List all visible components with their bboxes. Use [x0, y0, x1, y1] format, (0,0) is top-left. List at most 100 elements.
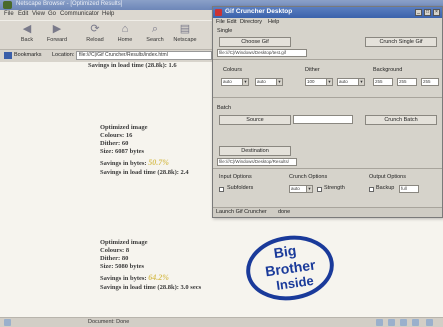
news-icon[interactable] [388, 319, 395, 326]
mail-icon[interactable] [376, 319, 383, 326]
browser-logo-icon [3, 1, 12, 9]
app-title: Gif Cruncher Desktop [225, 8, 293, 15]
crunch-batch-button[interactable]: Crunch Batch [365, 115, 437, 125]
menu-communicator[interactable]: Communicator [60, 11, 99, 17]
destination-button[interactable]: Destination [219, 146, 291, 156]
choose-gif-button[interactable]: Choose Gif [219, 37, 291, 47]
background-red-field[interactable]: 255 [373, 78, 393, 86]
search-label: Search [146, 37, 164, 43]
netscape-icon: ▤ [179, 23, 191, 35]
dither-to-select[interactable]: auto ▼ [337, 78, 365, 86]
app-menu-help[interactable]: Help [268, 19, 279, 25]
colours-from-value: auto [223, 79, 232, 84]
back-arrow-icon: ◀ [22, 23, 32, 35]
backup-field[interactable]: full [399, 185, 419, 193]
location-input[interactable]: file:///C|/Gif Cruncher/Results/index.ht… [76, 51, 212, 60]
menu-file[interactable]: File [4, 11, 14, 17]
back-button[interactable]: ◀ Back [14, 23, 40, 49]
dither-from-select[interactable]: 100 ▼ [305, 78, 333, 86]
forward-button[interactable]: ▶ Forward [44, 23, 70, 49]
crunch-mode-select[interactable]: auto ▼ [289, 185, 313, 193]
colours-to-value: auto [257, 79, 266, 84]
home-label: Home [117, 37, 133, 43]
search-button[interactable]: ⌕ Search [142, 23, 168, 49]
composer-icon[interactable] [400, 319, 407, 326]
security-lock-icon [4, 319, 11, 326]
section-divider [213, 168, 442, 169]
logo-graphic: Big Brother Inside [246, 235, 334, 301]
source-button[interactable]: Source [219, 115, 291, 125]
chevron-down-icon: ▼ [276, 79, 282, 85]
single-section-label: Single [217, 28, 233, 34]
logo-line-1: Big [273, 242, 298, 261]
colours-label: Colours [223, 67, 242, 73]
crunch-options-label: Crunch Options [289, 174, 328, 180]
background-green-field[interactable]: 255 [397, 78, 417, 86]
subfolders-checkbox[interactable] [219, 187, 224, 192]
result2-colours: Colours: 16 [100, 132, 133, 139]
bookmarks-icon[interactable] [412, 319, 419, 326]
close-button[interactable]: × [433, 9, 440, 16]
strength-checkbox[interactable] [317, 187, 322, 192]
home-icon: ⌂ [121, 23, 129, 35]
app-menu-directory[interactable]: Directory [240, 19, 262, 25]
backup-label: Backup [376, 185, 395, 191]
section-divider [213, 59, 442, 60]
bookmarks-button[interactable]: Bookmarks [14, 52, 42, 58]
crunch-single-gif-button[interactable]: Crunch Single Gif [365, 37, 437, 47]
netscape-button[interactable]: ▤ Netscape [172, 23, 198, 49]
result3-dither: Dither: 80 [100, 255, 129, 262]
result2-size: Size: 6087 bytes [100, 148, 145, 155]
chevron-down-icon: ▼ [358, 79, 364, 85]
dither-label: Dither [305, 67, 320, 73]
batch-section-label: Batch [217, 105, 232, 111]
reload-label: Reload [86, 37, 104, 43]
back-label: Back [20, 37, 34, 43]
backup-checkbox[interactable] [369, 187, 374, 192]
result3-size: Size: 5080 bytes [100, 263, 145, 270]
source-path-field[interactable] [293, 115, 353, 124]
result2-savings-time: Savings in load time (28.8k): 2.4 [100, 169, 189, 176]
chevron-down-icon: ▼ [326, 79, 332, 85]
chevron-down-icon: ▼ [242, 79, 248, 85]
app-menu-file[interactable]: File [216, 19, 225, 25]
bookmark-icon [4, 52, 12, 59]
background-blue-field[interactable]: 255 [421, 78, 439, 86]
app-menubar: File Edit Directory Help [213, 18, 442, 27]
maximize-button[interactable]: □ [424, 9, 431, 16]
forward-label: Forward [46, 37, 68, 43]
single-path-field[interactable]: file:///C|/Windows/Desktop/test.gif [217, 49, 307, 57]
status-text: Document: Done [88, 319, 130, 325]
input-options-label: Input Options [219, 174, 252, 180]
result2-savings-bytes: Savings in bytes: 50.7% [100, 159, 169, 168]
result3-colours: Colours: 8 [100, 247, 130, 254]
menu-help[interactable]: Help [102, 11, 114, 17]
result1-savings-time: Savings in load time (28.8k): 1.6 [88, 62, 177, 69]
netscape-label: Netscape [173, 37, 197, 43]
browser-toolbar: ◀ Back ▶ Forward ⟳ Reload ⌂ Home ⌕ Searc… [0, 20, 212, 50]
navigator-icon[interactable] [426, 319, 433, 326]
home-button[interactable]: ⌂ Home [112, 23, 138, 49]
app-logo-icon [215, 9, 222, 16]
result3-heading: Optimized image [100, 239, 148, 246]
app-status-state: done [278, 209, 291, 215]
reload-icon: ⟳ [90, 23, 100, 35]
dither-to-value: auto [339, 79, 348, 84]
minimize-button[interactable]: _ [415, 9, 422, 16]
menu-go[interactable]: Go [48, 11, 56, 17]
output-options-label: Output Options [369, 174, 406, 180]
app-status-text: Launch Gif Cruncher [216, 209, 267, 215]
forward-arrow-icon: ▶ [52, 23, 62, 35]
destination-path-field[interactable]: file:///C|/Windows/Desktop/Results/ [217, 158, 297, 166]
app-menu-edit[interactable]: Edit [227, 19, 236, 25]
location-label: Location: [52, 52, 75, 58]
menu-edit[interactable]: Edit [18, 11, 28, 17]
section-divider [213, 97, 442, 98]
result2-dither: Dither: 60 [100, 140, 129, 147]
colours-to-select[interactable]: auto ▼ [255, 78, 283, 86]
reload-button[interactable]: ⟳ Reload [82, 23, 108, 49]
result2-heading: Optimized image [100, 124, 148, 131]
colours-from-select[interactable]: auto ▼ [221, 78, 249, 86]
browser-menubar: File Edit View Go Communicator Help [0, 10, 212, 20]
menu-view[interactable]: View [32, 11, 45, 17]
